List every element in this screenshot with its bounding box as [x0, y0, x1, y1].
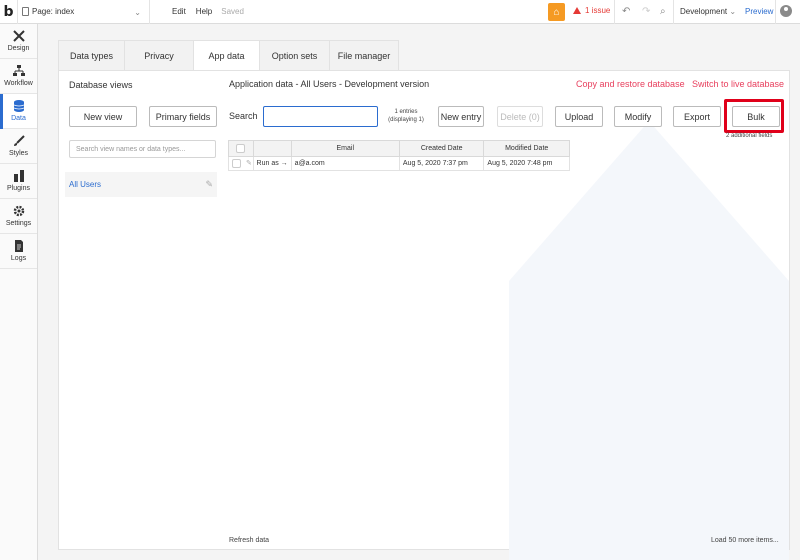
sidebar-item-label: Logs: [10, 255, 27, 262]
sidebar-item-design[interactable]: Design: [0, 24, 37, 59]
sidebar-item-label: Plugins: [7, 185, 30, 192]
page-selector[interactable]: Page: index ⌄: [18, 0, 150, 24]
table-header-email[interactable]: Email: [290, 140, 400, 157]
pencil-icon[interactable]: ✎: [246, 160, 252, 167]
document-icon: [13, 240, 25, 252]
menu-help[interactable]: Help: [196, 7, 212, 16]
entries-count-line: 1 entries: [394, 109, 418, 115]
brush-icon: [13, 135, 25, 147]
tab-app-data[interactable]: App data: [193, 40, 259, 71]
design-icon: [12, 30, 25, 42]
divider: [775, 0, 776, 24]
page-icon: [22, 7, 29, 16]
chevron-down-icon: ⌄: [729, 7, 737, 16]
sidebar-item-styles[interactable]: Styles: [0, 129, 37, 164]
chevron-down-icon: ⌄: [134, 7, 141, 17]
pencil-icon[interactable]: ✎: [205, 179, 213, 190]
page-selector-label: Page: index: [32, 7, 75, 16]
row-select[interactable]: ✎: [228, 156, 254, 171]
delete-button[interactable]: Delete (0): [497, 106, 543, 127]
entries-displaying-line: (displaying 1): [388, 117, 424, 123]
user-avatar-icon[interactable]: [780, 5, 792, 17]
sidebar-item-settings[interactable]: Settings: [0, 199, 37, 234]
checkbox[interactable]: [236, 144, 246, 153]
load-more-link[interactable]: Load 50 more items...: [711, 537, 779, 544]
gift-icon[interactable]: ⌂: [548, 3, 565, 21]
data-table: Email Created Date Modified Date ✎ Run a…: [228, 140, 570, 171]
app-data-title: Application data - All Users - Developme…: [229, 79, 430, 89]
modify-button[interactable]: Modify: [614, 106, 662, 127]
warning-icon: [573, 7, 581, 14]
top-bar: b Page: index ⌄ Edit Help Saved ⌂ 1 issu…: [0, 0, 800, 24]
undo-icon[interactable]: ↶: [622, 6, 630, 17]
database-views-title: Database views: [69, 80, 133, 90]
database-icon: [13, 100, 25, 112]
copy-restore-link[interactable]: Copy and restore database: [576, 79, 685, 89]
gear-icon: [13, 205, 25, 217]
modified-date-cell: Aug 5, 2020 7:48 pm: [483, 156, 570, 171]
table-header-row: Email Created Date Modified Date: [228, 140, 570, 157]
sidebar-item-label: Data: [11, 115, 26, 122]
sidebar-item-label: Workflow: [4, 80, 33, 87]
tab-privacy[interactable]: Privacy: [124, 40, 193, 71]
select-all-header[interactable]: [228, 140, 254, 157]
save-status: Saved: [221, 7, 244, 16]
sidebar-item-workflow[interactable]: Workflow: [0, 59, 37, 94]
refresh-data-link[interactable]: Refresh data: [229, 537, 269, 544]
search-input[interactable]: [263, 106, 378, 127]
watermark-graphic: [509, 121, 789, 560]
workflow-icon: [12, 65, 25, 77]
preview-link[interactable]: Preview: [745, 7, 773, 16]
upload-button[interactable]: Upload: [555, 106, 603, 127]
bulk-highlight-box: [724, 99, 784, 133]
additional-fields-note: 2 additional fields: [726, 133, 773, 139]
primary-fields-button[interactable]: Primary fields: [149, 106, 217, 127]
table-header-created[interactable]: Created Date: [398, 140, 485, 157]
plugin-icon: [13, 170, 25, 182]
run-as-link[interactable]: Run as →: [252, 156, 292, 171]
tab-option-sets[interactable]: Option sets: [259, 40, 329, 71]
sidebar-item-data[interactable]: Data: [0, 94, 37, 129]
sidebar-item-label: Styles: [8, 150, 29, 157]
redo-icon[interactable]: ↷: [642, 6, 650, 17]
environment-label: Development: [680, 7, 728, 16]
switch-live-link[interactable]: Switch to live database: [692, 79, 784, 89]
view-item-label: All Users: [69, 180, 102, 189]
issues-label: 1 issue: [585, 6, 611, 15]
sidebar-item-logs[interactable]: Logs: [0, 234, 37, 269]
new-entry-button[interactable]: New entry: [438, 106, 484, 127]
divider: [614, 0, 615, 24]
table-header-modified[interactable]: Modified Date: [483, 140, 570, 157]
sidebar-item-label: Settings: [5, 220, 32, 227]
bubble-logo[interactable]: b: [0, 0, 18, 24]
entries-count: 1 entries (displaying 1): [384, 108, 428, 124]
issues-indicator[interactable]: 1 issue: [573, 6, 610, 15]
view-search-input[interactable]: Search view names or data types...: [69, 140, 216, 158]
checkbox[interactable]: [232, 159, 241, 168]
search-icon[interactable]: ⌕: [660, 6, 666, 17]
sidebar-item-label: Design: [7, 45, 30, 52]
new-view-button[interactable]: New view: [69, 106, 137, 127]
divider: [673, 0, 674, 24]
menu-edit[interactable]: Edit: [172, 7, 186, 16]
table-header: [252, 140, 292, 157]
tab-file-manager[interactable]: File manager: [329, 40, 399, 71]
export-button[interactable]: Export: [673, 106, 721, 127]
search-label: Search: [229, 111, 258, 121]
environment-selector[interactable]: Development ⌄: [680, 7, 736, 16]
table-row: ✎ Run as → a@a.com Aug 5, 2020 7:37 pm A…: [228, 156, 570, 171]
sidebar-item-plugins[interactable]: Plugins: [0, 164, 37, 199]
created-date-cell: Aug 5, 2020 7:37 pm: [398, 156, 485, 171]
view-item-all-users[interactable]: All Users ✎: [65, 172, 217, 197]
email-cell: a@a.com: [290, 156, 400, 171]
tab-data-types[interactable]: Data types: [58, 40, 124, 71]
data-tabs: Data types Privacy App data Option sets …: [58, 40, 399, 71]
sidebar: Design Workflow Data Styles Plugins Sett…: [0, 24, 38, 560]
